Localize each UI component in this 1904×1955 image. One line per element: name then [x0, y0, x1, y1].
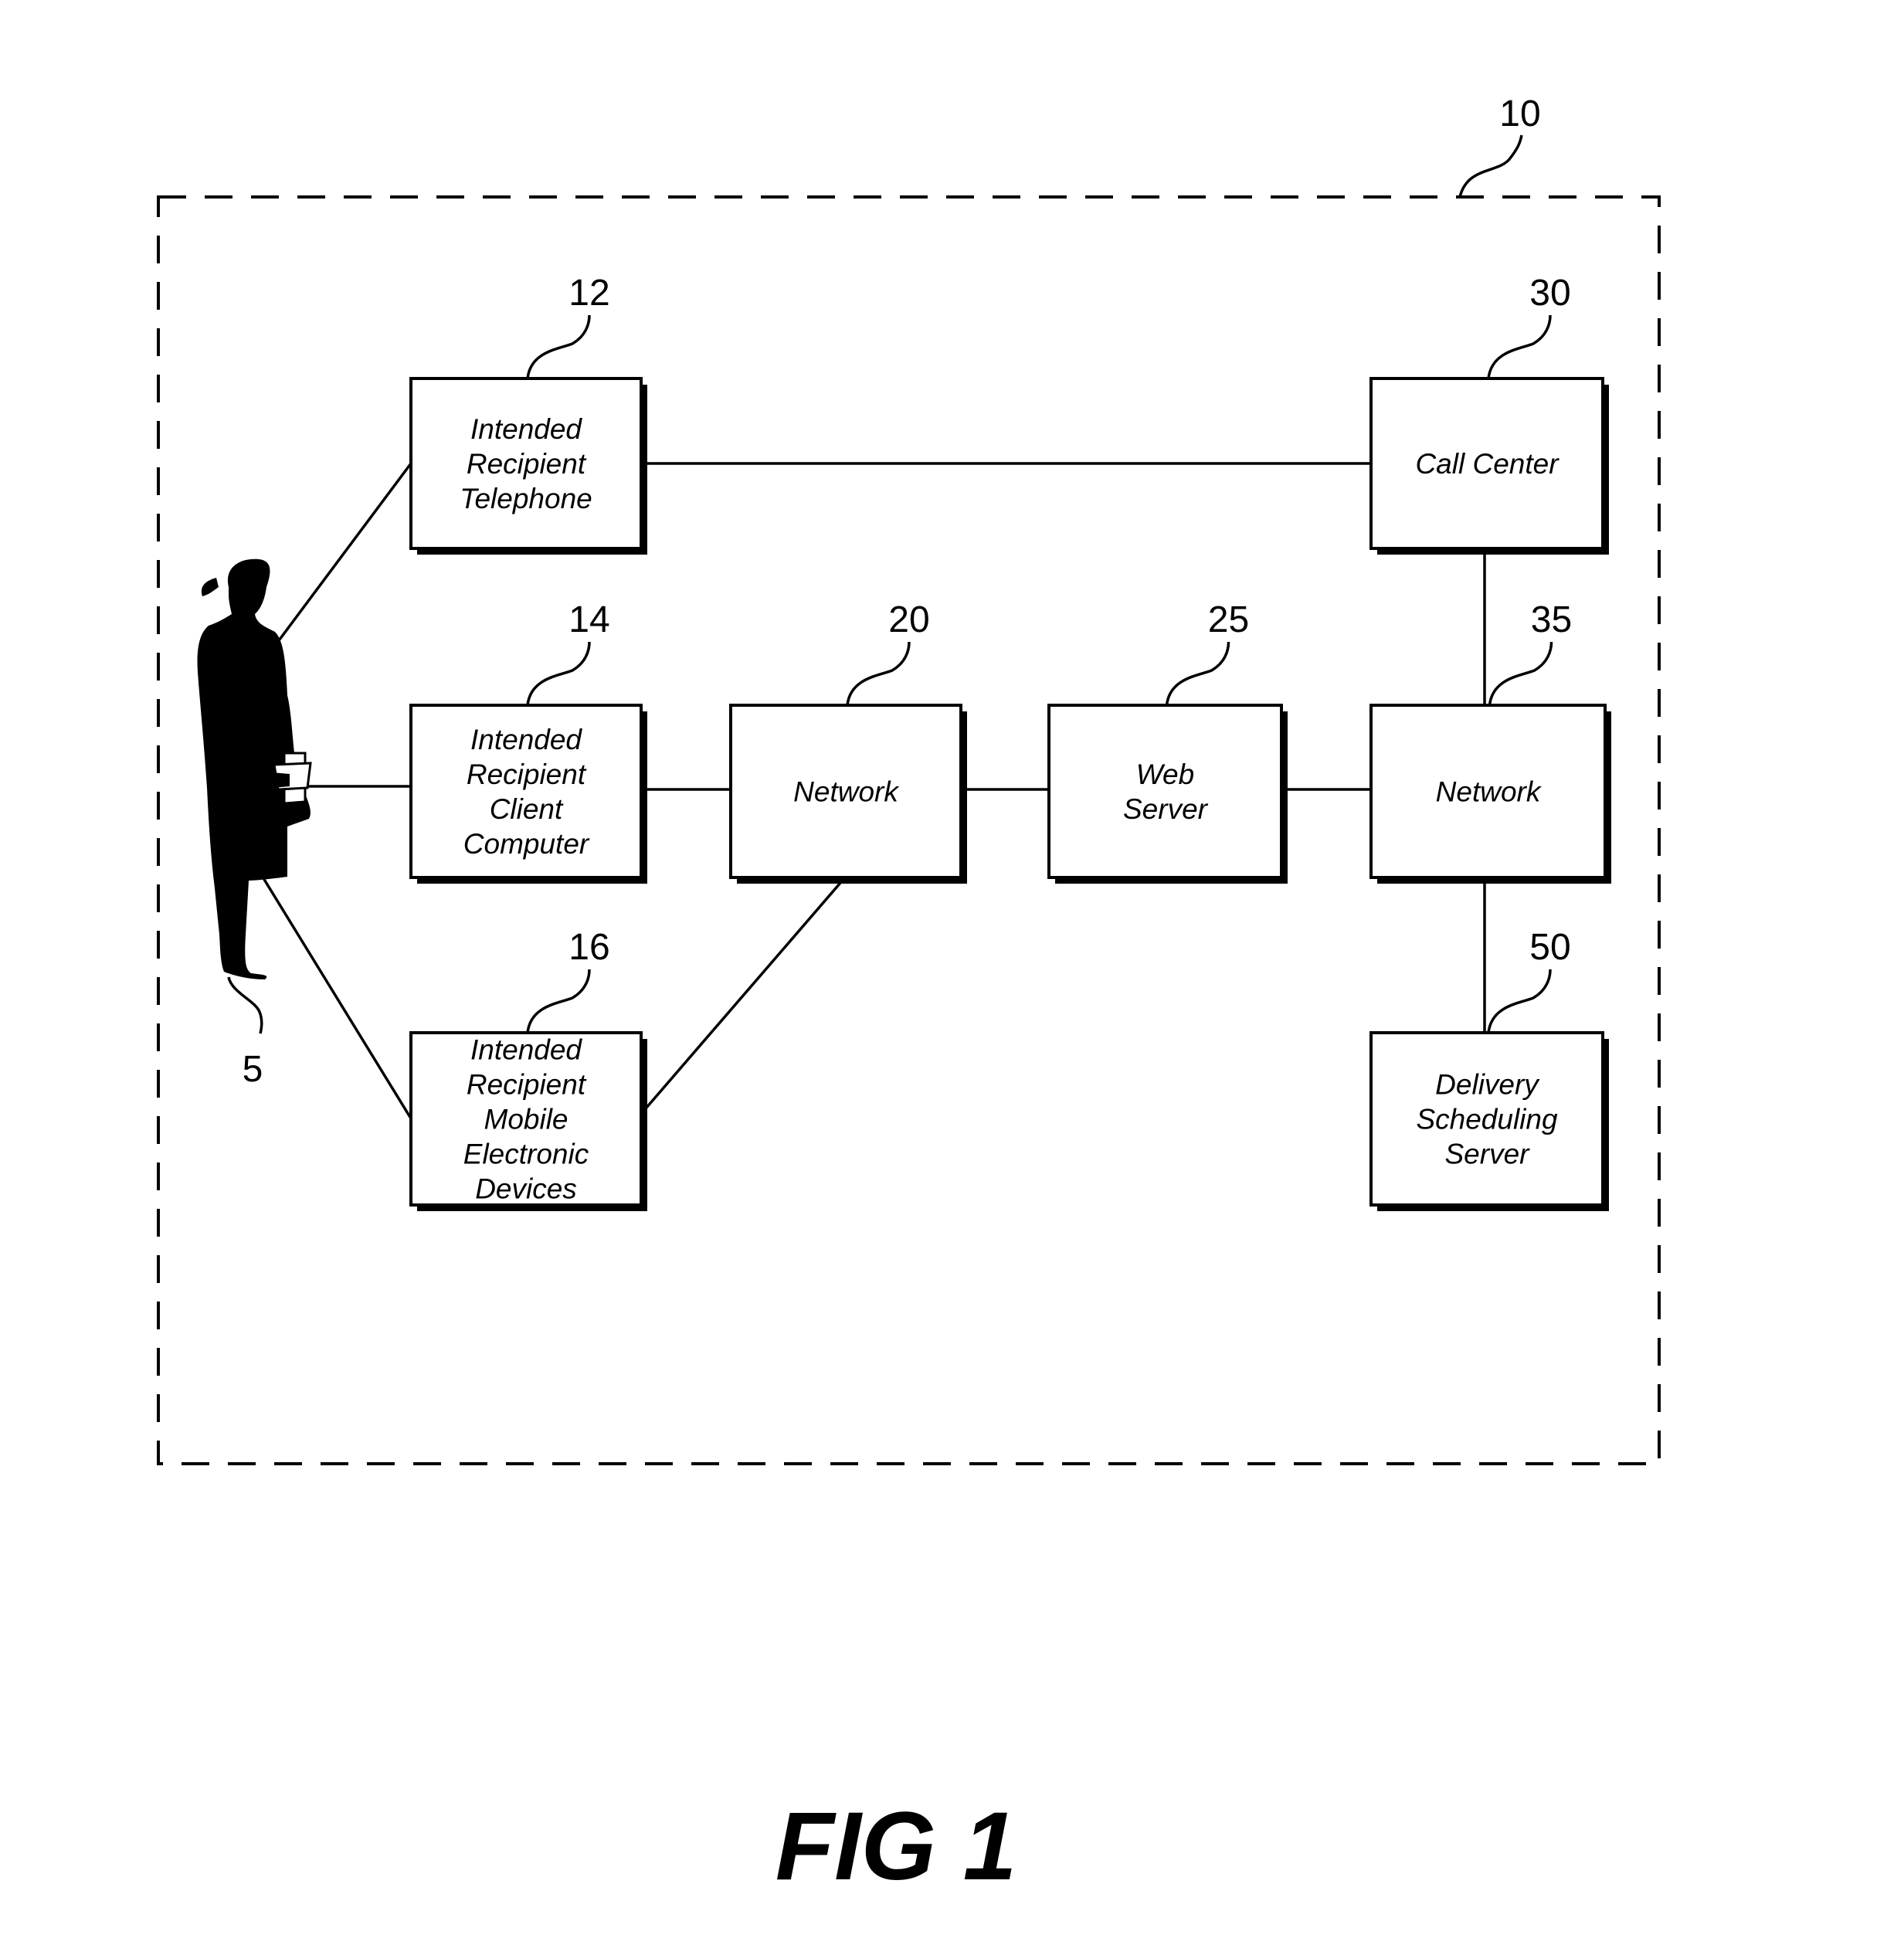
node-label-line: Web — [1136, 759, 1194, 790]
node-label-line: Computer — [463, 828, 590, 860]
node-ref-number: 25 — [1208, 599, 1249, 640]
node-call-center: Call Center 30 — [1369, 273, 1609, 555]
person-leader — [227, 976, 263, 1034]
node-ref-number: 50 — [1529, 927, 1570, 968]
node-ref-number: 16 — [568, 927, 609, 968]
node-label-line: Electronic — [463, 1139, 589, 1170]
node-leader — [526, 314, 591, 379]
node-label-line: Telephone — [460, 483, 592, 514]
node-leader — [846, 641, 911, 706]
node-label-line: Server — [1123, 793, 1209, 825]
node-leader — [526, 969, 591, 1034]
system-ref: 10 — [1499, 93, 1540, 134]
person: 5 — [197, 558, 312, 1090]
node-label-line: Server — [1445, 1139, 1531, 1170]
node-label-line: Client — [490, 793, 564, 825]
node-ref-number: 30 — [1529, 273, 1570, 314]
system-leader — [1458, 134, 1523, 198]
node-label-line: Intended — [470, 413, 582, 445]
node-leader — [526, 641, 591, 706]
node-label-line: Recipient — [467, 448, 587, 480]
edge-person-to-mobile-devices — [260, 874, 412, 1119]
node-network-35: Network 35 — [1369, 599, 1611, 884]
node-client-computer: Intended RecipientClientComputer 14 — [409, 599, 647, 884]
node-label-line: Scheduling — [1416, 1104, 1558, 1135]
node-ref-number: 20 — [888, 599, 929, 640]
node-mobile-devices: IntendedRecipientMobile ElectronicDevices… — [409, 927, 647, 1211]
node-delivery-scheduling-server: DeliveryScheduling Server 50 — [1369, 927, 1609, 1211]
node-leader — [1487, 314, 1552, 379]
node-network-20: Network 20 — [729, 599, 967, 884]
node-ref-number: 14 — [568, 599, 609, 640]
node-label-line: Delivery — [1435, 1069, 1540, 1101]
figure-caption: FIG 1 — [776, 1793, 1017, 1900]
system-diagram: 10 5 IntendedRecipientTelephone12Intende… — [157, 93, 1661, 1900]
edge-person-to-telephone — [260, 462, 412, 666]
node-label-line: Recipient — [467, 759, 587, 790]
node-web-server: WebServer 25 — [1047, 599, 1288, 884]
node-box — [1047, 704, 1283, 879]
nodes: IntendedRecipientTelephone12IntendedReci… — [409, 273, 1611, 1211]
node-leader — [1487, 969, 1552, 1034]
node-label-line: Devices — [475, 1173, 577, 1205]
node-label-line: Network — [1436, 776, 1543, 808]
node-label-line: Recipient — [467, 1069, 587, 1101]
node-ref-number: 12 — [568, 273, 609, 314]
node-leader — [1488, 641, 1553, 706]
node-label-line: Network — [793, 776, 900, 808]
node-label-line: Mobile — [484, 1104, 568, 1135]
person-ref: 5 — [243, 1049, 263, 1090]
node-ref-number: 35 — [1531, 599, 1572, 640]
node-telephone: IntendedRecipientTelephone 12 — [409, 273, 647, 555]
node-label-line: Intended — [470, 1034, 582, 1066]
node-label-line: Intended — [470, 724, 582, 755]
edge-mobile-devices-to-network-20 — [640, 876, 847, 1115]
node-label-line: Call Center — [1415, 448, 1560, 480]
node-leader — [1165, 641, 1230, 706]
